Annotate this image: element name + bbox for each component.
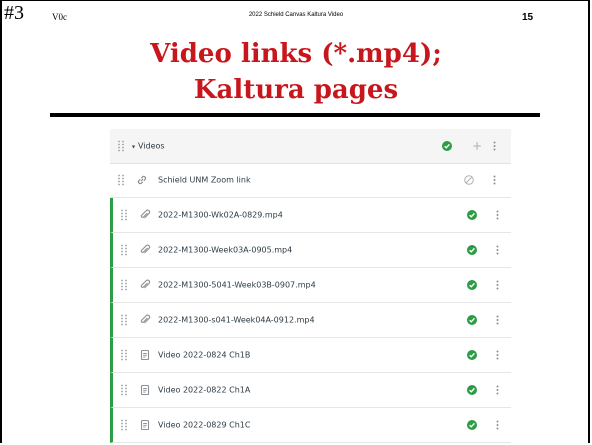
module-header[interactable]: ▾ Videos + bbox=[110, 129, 511, 164]
published-status-icon[interactable] bbox=[467, 280, 477, 290]
link-icon bbox=[136, 174, 148, 186]
published-status-icon[interactable] bbox=[467, 315, 477, 325]
paperclip-icon bbox=[139, 209, 151, 221]
drag-handle-icon[interactable] bbox=[121, 209, 127, 221]
module-item-row[interactable]: Video 2022-0824 Ch1B bbox=[110, 338, 511, 373]
unpublished-status-icon[interactable] bbox=[464, 175, 474, 185]
page-icon bbox=[139, 384, 151, 396]
module-item-row[interactable]: 2022-M1300-5041-Week03B-0907.mp4 bbox=[110, 268, 511, 303]
item-options-icon[interactable] bbox=[496, 280, 499, 290]
drag-handle-icon[interactable] bbox=[118, 140, 124, 152]
add-item-button[interactable]: + bbox=[472, 140, 482, 152]
module-item-row[interactable]: 2022-M1300-Wk02A-0829.mp4 bbox=[110, 198, 511, 233]
page-number: 15 bbox=[522, 12, 534, 23]
module-item-title[interactable]: 2022-M1300-Wk02A-0829.mp4 bbox=[158, 211, 283, 220]
title-divider bbox=[50, 113, 540, 117]
published-status-icon[interactable] bbox=[442, 141, 452, 151]
module-item-title[interactable]: 2022-M1300-5041-Week03B-0907.mp4 bbox=[158, 281, 316, 290]
collapse-caret-icon[interactable]: ▾ bbox=[132, 144, 135, 151]
published-status-icon[interactable] bbox=[467, 350, 477, 360]
item-options-icon[interactable] bbox=[496, 245, 499, 255]
module-item-title[interactable]: 2022-M1300-Week03A-0905.mp4 bbox=[158, 246, 292, 255]
module-item-title[interactable]: Schield UNM Zoom link bbox=[158, 176, 251, 185]
item-options-icon[interactable] bbox=[496, 385, 499, 395]
module-title-text: Videos bbox=[138, 141, 165, 151]
item-options-icon[interactable] bbox=[496, 350, 499, 360]
paperclip-icon bbox=[139, 314, 151, 326]
paperclip-icon bbox=[139, 279, 151, 291]
slide-title: Video links (*.mp4); Kaltura pages bbox=[0, 36, 592, 108]
page-icon bbox=[139, 419, 151, 431]
drag-handle-icon[interactable] bbox=[118, 174, 124, 186]
module-item-row[interactable]: Schield UNM Zoom link bbox=[110, 163, 511, 198]
module-options-icon[interactable] bbox=[493, 141, 496, 151]
canvas-modules-panel: ▾ Videos + Schield UNM Zoom link 2022-M130… bbox=[110, 129, 511, 445]
page-icon bbox=[139, 349, 151, 361]
item-options-icon[interactable] bbox=[496, 420, 499, 430]
drag-handle-icon[interactable] bbox=[121, 279, 127, 291]
slide-title-line-2: Kaltura pages bbox=[193, 75, 399, 105]
module-item-row[interactable]: Video 2022-0829 Ch1C bbox=[110, 408, 511, 443]
item-options-icon[interactable] bbox=[496, 315, 499, 325]
module-item-title[interactable]: 2022-M1300-s041-Week04A-0912.mp4 bbox=[158, 316, 315, 325]
module-item-row[interactable]: 2022-M1300-Week03A-0905.mp4 bbox=[110, 233, 511, 268]
drag-handle-icon[interactable] bbox=[121, 349, 127, 361]
published-status-icon[interactable] bbox=[467, 245, 477, 255]
drag-handle-icon[interactable] bbox=[121, 314, 127, 326]
item-options-icon[interactable] bbox=[496, 210, 499, 220]
drag-handle-icon[interactable] bbox=[121, 384, 127, 396]
published-status-icon[interactable] bbox=[467, 385, 477, 395]
module-item-title[interactable]: Video 2022-0822 Ch1A bbox=[158, 386, 250, 395]
module-item-row[interactable]: 2022-M1300-s041-Week04A-0912.mp4 bbox=[110, 303, 511, 338]
module-title[interactable]: ▾ Videos bbox=[132, 142, 165, 151]
drag-handle-icon[interactable] bbox=[121, 419, 127, 431]
published-status-icon[interactable] bbox=[467, 420, 477, 430]
module-item-title[interactable]: Video 2022-0829 Ch1C bbox=[158, 421, 250, 430]
slide-title-line-1: Video links (*.mp4); bbox=[150, 39, 442, 69]
paperclip-icon bbox=[139, 244, 151, 256]
module-item-title[interactable]: Video 2022-0824 Ch1B bbox=[158, 351, 250, 360]
item-options-icon[interactable] bbox=[493, 175, 496, 185]
drag-handle-icon[interactable] bbox=[121, 244, 127, 256]
module-item-row[interactable]: Video 2022-0822 Ch1A bbox=[110, 373, 511, 408]
slide-header: 2022 Schield Canvas Kaltura Video bbox=[248, 12, 344, 18]
published-status-icon[interactable] bbox=[467, 210, 477, 220]
